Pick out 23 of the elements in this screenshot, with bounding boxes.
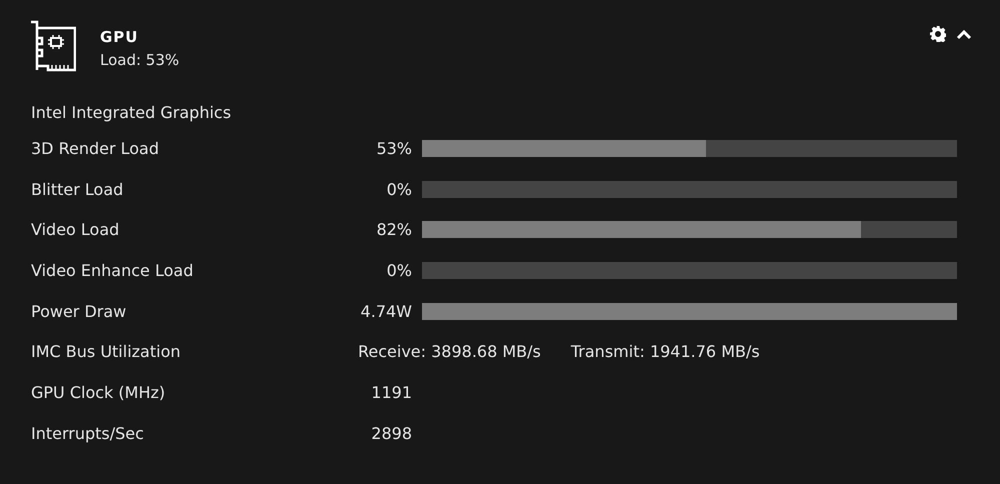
metric-label: 3D Render Load xyxy=(31,138,160,158)
panel-title: GPU xyxy=(100,28,140,46)
metric-label: Power Draw xyxy=(31,302,128,321)
transmit-rate: Transmit: 1941.76 MB/s xyxy=(570,342,760,362)
settings-icon[interactable] xyxy=(930,26,946,42)
metric-value: 0% xyxy=(386,260,412,280)
metric-label: Video Enhance Load xyxy=(31,260,194,280)
section-title: Intel Integrated Graphics xyxy=(31,102,232,122)
metric-value: 1191 xyxy=(370,382,412,402)
metric-value: 53% xyxy=(375,138,412,158)
metric-label: GPU Clock (MHz) xyxy=(31,382,166,402)
metric-value: 4.74W xyxy=(360,302,412,321)
receive-rate: Receive: 3898.68 MB/s xyxy=(358,342,541,362)
metric-value: 82% xyxy=(375,220,412,240)
metric-value: 0% xyxy=(386,180,412,199)
load-summary: Load: 53% xyxy=(100,51,180,69)
metric-label: IMC Bus Utilization xyxy=(31,342,182,362)
metric-label: Video Load xyxy=(31,220,120,240)
metric-label: Interrupts/Sec xyxy=(31,424,145,443)
collapse-icon[interactable] xyxy=(956,28,972,40)
graphics-card-icon xyxy=(30,20,76,72)
metric-label: Blitter Load xyxy=(31,180,124,199)
metric-value: 2898 xyxy=(370,424,412,443)
